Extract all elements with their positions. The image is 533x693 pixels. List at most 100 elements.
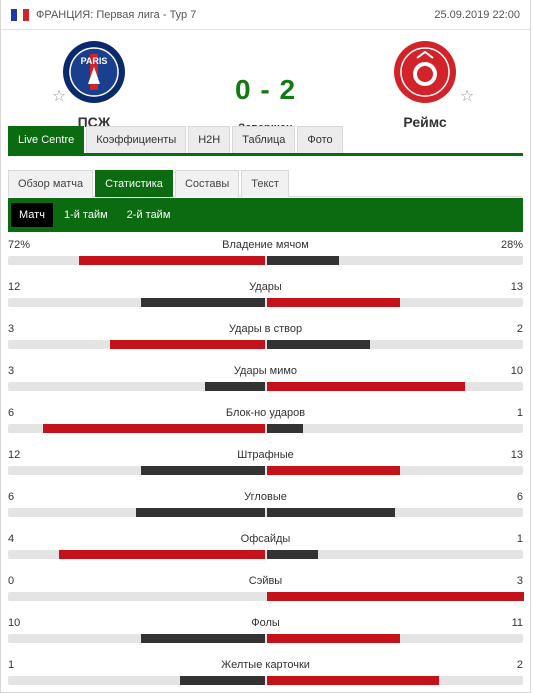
stat-bar-home-track [8,382,266,391]
france-flag-icon [11,8,29,21]
stat-bar-away-fill [266,298,401,307]
stat-row: 12 13 Удары [8,278,523,320]
stat-bar [8,382,523,391]
stat-bar-home-track [8,340,266,349]
stat-label: Удары мимо [233,365,298,377]
stat-bar-home-fill [79,256,265,265]
stat-label: Угловые [244,491,287,503]
stat-bar-away-track [266,634,524,643]
stat-bar [8,592,524,601]
stat-label: Удары [249,281,282,293]
main-tabs: Live Centre Коэффициенты H2H Таблица Фот… [8,126,523,156]
stat-bar-home-fill [140,298,265,307]
stat-row: 1 2 Желтые карточки [8,656,523,693]
statistics-list: 72% 28% Владение мячом 12 13 Удары 3 2 Удары в с… [8,236,524,693]
match-datetime: 25.09.2019 22:00 [434,8,520,21]
stat-bar-home-track [8,508,266,517]
stat-bar-away-fill [266,382,465,391]
stat-bar-home-track [8,256,266,265]
psg-logo-text: PARIS [81,56,108,66]
stat-bar-away-fill [266,634,401,643]
stat-bar-home-fill [140,466,265,475]
flag-stripe [23,8,29,21]
stat-bar-away-fill [266,340,370,349]
tab-period-match[interactable]: Матч [11,203,53,227]
stat-label: Владение мячом [222,239,309,251]
stat-label: Штрафные [237,449,294,461]
stat-bar-home-fill [205,382,265,391]
reims-logo-icon[interactable] [393,40,457,104]
stat-bar-away-fill [266,592,524,601]
stat-bar [8,424,523,433]
stat-row: 12 13 Штрафные [8,446,523,488]
stat-bar-away-fill [266,256,339,265]
stat-bar-away-track [266,676,524,685]
stat-bar-away-track [266,508,524,517]
away-team[interactable]: Реймс [365,40,485,130]
tab-table[interactable]: Таблица [232,126,296,153]
stat-row: 3 10 Удары мимо [8,362,523,404]
stat-bar-away-track [266,298,524,307]
tab-h2h[interactable]: H2H [188,126,231,153]
stat-bar-away-track [266,382,524,391]
tab-photo[interactable]: Фото [297,126,343,153]
stat-bar-away-track [266,550,524,559]
stat-row: 72% 28% Владение мячом [8,236,523,278]
tab-period-second-half[interactable]: 2-й тайм [119,203,179,227]
stat-bar [8,508,523,517]
period-tabs: Матч 1-й тайм 2-й тайм [8,198,523,232]
stat-bar [8,676,523,685]
stat-bar-home-track [8,298,266,307]
stat-bar-away-track [266,424,524,433]
stat-row: 6 1 Блок-но ударов [8,404,523,446]
stat-bar-home-fill [140,634,265,643]
stat-row: 4 1 Офсайды [8,530,523,572]
stat-bar [8,550,523,559]
tab-period-first-half[interactable]: 1-й тайм [56,203,116,227]
stat-bar-home-track [8,592,266,601]
stat-bar-away-fill [266,424,303,433]
stat-label: Блок-но ударов [225,407,306,419]
stat-bar-home-track [8,424,266,433]
stat-bar [8,340,523,349]
match-summary: ☆ PARIS ПСЖ 0 - 2 Завершен Реймс ☆ [1,30,530,134]
stat-row: 0 3 Сэйвы [8,572,524,614]
stat-bar-home-fill [58,550,265,559]
stat-bar [8,466,523,475]
stat-label: Желтые карточки [221,659,310,671]
tab-statistics[interactable]: Статистика [95,170,173,197]
stat-row: 10 11 Фолы [8,614,523,656]
tab-match-overview[interactable]: Обзор матча [8,170,94,197]
stat-row: 3 2 Удары в створ [8,320,523,362]
stat-label: Офсайды [240,533,291,545]
stat-bar [8,634,523,643]
stat-bar-away-fill [266,508,396,517]
stat-bar-away-track [266,340,524,349]
stat-label: Фолы [251,617,280,629]
stat-bar-home-fill [110,340,265,349]
stat-row: 6 6 Угловые [8,488,523,530]
stat-bar-away-fill [266,466,401,475]
stat-bar-away-track [266,466,524,475]
stat-label: Удары в створ [228,323,303,335]
favorite-star-icon[interactable]: ☆ [457,86,477,106]
stat-label: Сэйвы [248,575,283,587]
stat-bar-home-track [8,466,266,475]
stat-bar-home-fill [179,676,265,685]
tab-lineups[interactable]: Составы [174,170,240,197]
tab-odds[interactable]: Коэффициенты [86,126,187,153]
stat-bar-away-track [266,256,524,265]
match-widget: ФРАНЦИЯ: Первая лига - Тур 7 25.09.2019 … [0,0,531,693]
stat-bar-home-track [8,676,266,685]
league-round[interactable]: ФРАНЦИЯ: Первая лига - Тур 7 [36,9,434,21]
tab-commentary[interactable]: Текст [241,170,289,197]
stat-bar [8,256,523,265]
stat-bar [8,298,523,307]
stat-bar-home-fill [135,508,265,517]
tab-live-centre[interactable]: Live Centre [8,126,85,153]
stat-bar-away-track [266,592,524,601]
match-header-bar: ФРАНЦИЯ: Первая лига - Тур 7 25.09.2019 … [1,0,530,30]
section-tabs: Обзор матча Статистика Составы Текст [8,170,523,197]
stat-bar-away-fill [266,550,318,559]
stat-bar-home-fill [43,424,265,433]
